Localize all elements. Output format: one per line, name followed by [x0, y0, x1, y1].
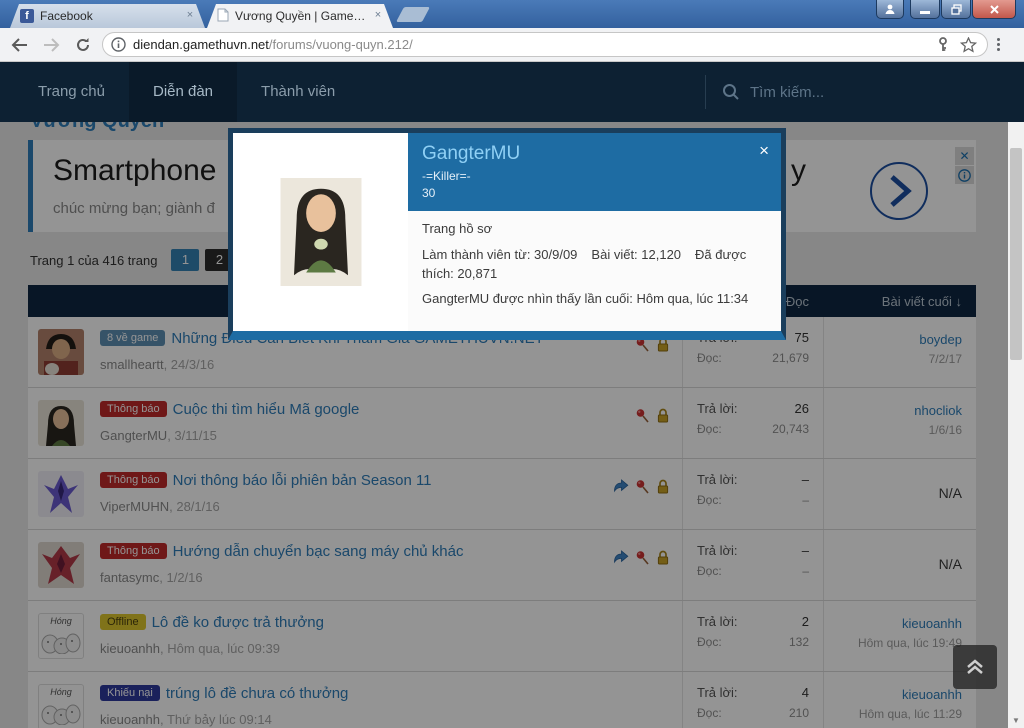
scrollbar-down-icon[interactable]: ▼ — [1008, 712, 1024, 728]
card-close-icon[interactable]: × — [759, 141, 769, 161]
nav-item[interactable]: Diễn đàn — [129, 62, 237, 122]
minimize-button[interactable] — [910, 0, 940, 19]
scrollbar-thumb[interactable] — [1010, 148, 1022, 360]
url-text: diendan.gamethuvn.net/forums/vuong-quyn.… — [133, 37, 413, 52]
member-username[interactable]: GangterMU — [422, 143, 767, 165]
nav-divider — [705, 75, 706, 109]
scroll-to-top-button[interactable] — [953, 645, 997, 689]
tab-vuong-quyen[interactable]: Vương Quyền | Game thủ × — [207, 4, 393, 28]
tab-title: Facebook — [40, 9, 179, 23]
member-card-avatar-panel — [233, 133, 408, 331]
search-box[interactable]: Tìm kiếm... — [705, 62, 824, 122]
member-stats: Làm thành viên từ: 30/9/09Bài viết: 12,1… — [422, 245, 767, 283]
back-button[interactable] — [6, 32, 32, 58]
tab-close-icon[interactable]: × — [183, 9, 197, 23]
password-key-icon[interactable] — [936, 37, 950, 52]
facebook-icon: f — [20, 9, 34, 23]
site-info-icon[interactable] — [111, 37, 126, 52]
forward-button[interactable] — [38, 32, 64, 58]
site-navbar: Trang chủDiễn đànThành viên Tìm kiếm... — [0, 62, 1024, 122]
address-bar[interactable]: diendan.gamethuvn.net/forums/vuong-quyn.… — [102, 32, 988, 57]
new-tab-button[interactable] — [396, 7, 430, 22]
member-usertitle: -=Killer=- — [422, 169, 767, 183]
tab-close-icon[interactable]: × — [371, 9, 385, 23]
profile-page-link[interactable]: Trang hồ sơ — [422, 221, 492, 236]
browser-titlebar: f Facebook × Vương Quyền | Game thủ × — [0, 0, 1024, 28]
forum-page: Vương Quyền Smartphone y chúc mừng bạn; … — [0, 122, 1008, 728]
member-card-header: GangterMU -=Killer=- 30 × — [408, 133, 781, 211]
nav-item[interactable]: Trang chủ — [14, 62, 129, 122]
member-last-seen: GangterMU được nhìn thấy lần cuối: Hôm q… — [422, 291, 767, 306]
close-window-button[interactable] — [972, 0, 1016, 19]
bookmark-star-icon[interactable] — [960, 37, 977, 53]
browser-window: f Facebook × Vương Quyền | Game thủ × — [0, 0, 1024, 728]
search-icon — [722, 83, 740, 101]
nav-item[interactable]: Thành viên — [237, 62, 359, 122]
browser-toolbar: diendan.gamethuvn.net/forums/vuong-quyn.… — [0, 28, 1024, 62]
profile-button[interactable] — [876, 0, 904, 19]
maximize-button[interactable] — [941, 0, 971, 19]
nav-items: Trang chủDiễn đànThành viên — [14, 62, 359, 122]
browser-menu-icon[interactable] — [997, 38, 1000, 51]
reload-button[interactable] — [70, 32, 96, 58]
page-scrollbar[interactable]: ▲ ▼ — [1008, 62, 1024, 728]
member-age: 30 — [422, 186, 767, 200]
member-card-body: Trang hồ sơ Làm thành viên từ: 30/9/09Bà… — [408, 211, 781, 331]
page-icon — [217, 8, 229, 25]
member-card-popup: GangterMU -=Killer=- 30 × Trang hồ sơ Là… — [228, 128, 786, 340]
search-placeholder: Tìm kiếm... — [750, 84, 824, 101]
member-avatar[interactable] — [280, 178, 362, 286]
tab-facebook[interactable]: f Facebook × — [10, 4, 205, 28]
tab-title: Vương Quyền | Game thủ — [235, 9, 367, 23]
